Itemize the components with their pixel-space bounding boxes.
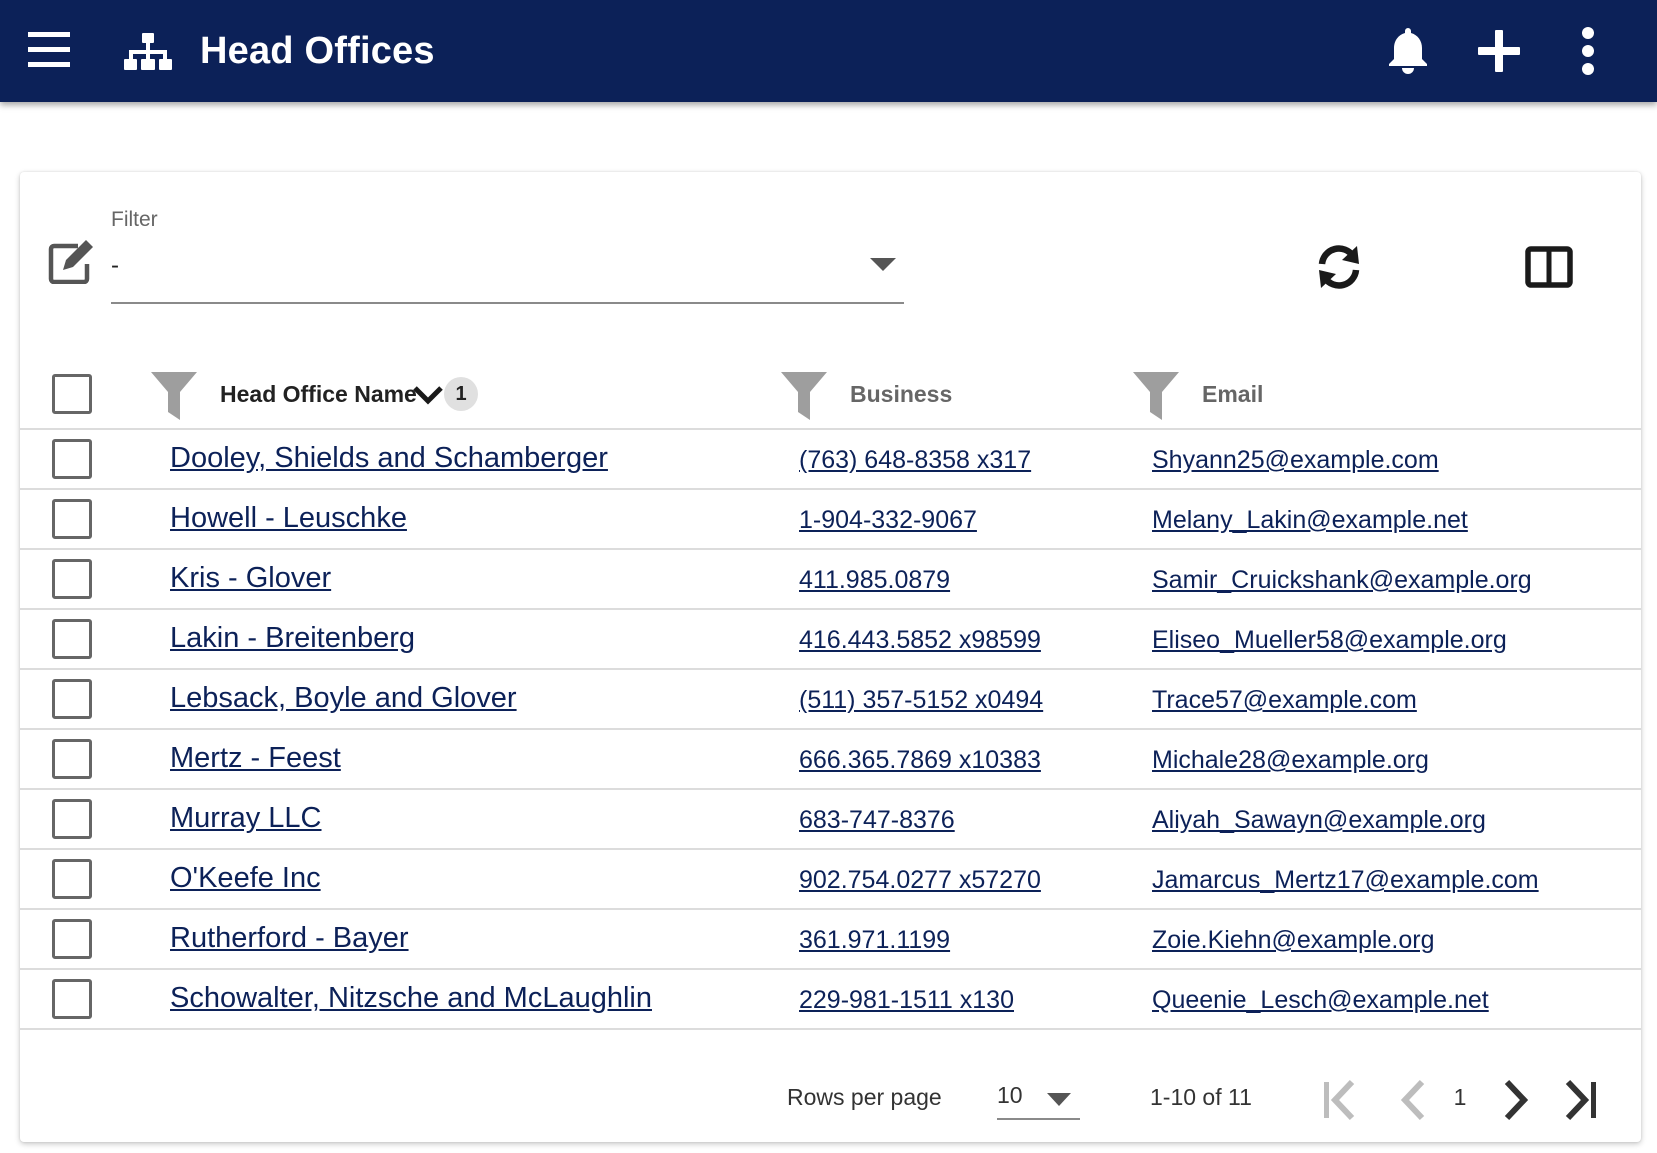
page-title: Head Offices bbox=[200, 30, 435, 72]
column-header-email[interactable]: Email bbox=[1202, 378, 1263, 410]
email-link[interactable]: Samir_Cruickshank@example.org bbox=[1152, 562, 1532, 598]
row-checkbox[interactable] bbox=[52, 439, 92, 479]
head-offices-card: Filter - Head Office Name 1 Business Ema… bbox=[20, 172, 1641, 1142]
business-phone-link[interactable]: 1-904-332-9067 bbox=[799, 502, 977, 538]
row-checkbox[interactable] bbox=[52, 919, 92, 959]
head-office-name-link[interactable]: Lakin - Breitenberg bbox=[170, 620, 415, 656]
table-row: Lebsack, Boyle and Glover (511) 357-5152… bbox=[20, 670, 1641, 730]
head-office-name-link[interactable]: Lebsack, Boyle and Glover bbox=[170, 680, 517, 716]
table-row: Kris - Glover 411.985.0879 Samir_Cruicks… bbox=[20, 550, 1641, 610]
select-all-checkbox[interactable] bbox=[52, 374, 92, 414]
filter-funnel-icon[interactable] bbox=[781, 372, 827, 420]
email-link[interactable]: Melany_Lakin@example.net bbox=[1152, 502, 1468, 538]
sort-descending-icon[interactable] bbox=[412, 384, 444, 408]
business-phone-link[interactable]: 229-981-1511 x130 bbox=[799, 982, 1014, 1018]
email-link[interactable]: Queenie_Lesch@example.net bbox=[1152, 982, 1489, 1018]
head-office-name-link[interactable]: Schowalter, Nitzsche and McLaughlin bbox=[170, 980, 652, 1016]
pagination-footer: Rows per page 10 1-10 of 11 1 bbox=[20, 1060, 1641, 1140]
row-checkbox[interactable] bbox=[52, 859, 92, 899]
table-header: Head Office Name 1 Business Email bbox=[20, 362, 1641, 430]
refresh-icon[interactable] bbox=[1313, 242, 1365, 292]
bell-icon[interactable] bbox=[1386, 26, 1430, 74]
more-vert-icon[interactable] bbox=[1576, 26, 1600, 76]
head-office-name-link[interactable]: Mertz - Feest bbox=[170, 740, 341, 776]
column-header-business[interactable]: Business bbox=[850, 378, 952, 410]
sort-order-badge: 1 bbox=[444, 377, 478, 411]
table-row: Rutherford - Bayer 361.971.1199 Zoie.Kie… bbox=[20, 910, 1641, 970]
rows-per-page-select[interactable]: 10 bbox=[997, 1078, 1080, 1120]
head-office-name-link[interactable]: Murray LLC bbox=[170, 800, 322, 836]
head-office-name-link[interactable]: Kris - Glover bbox=[170, 560, 331, 596]
business-phone-link[interactable]: (511) 357-5152 x0494 bbox=[799, 682, 1043, 718]
head-office-name-link[interactable]: Dooley, Shields and Schamberger bbox=[170, 440, 608, 476]
business-phone-link[interactable]: 416.443.5852 x98599 bbox=[799, 622, 1041, 658]
row-checkbox[interactable] bbox=[52, 559, 92, 599]
menu-icon[interactable] bbox=[28, 30, 70, 70]
next-page-icon[interactable] bbox=[1495, 1078, 1535, 1122]
plus-icon[interactable] bbox=[1478, 30, 1520, 72]
row-checkbox[interactable] bbox=[52, 619, 92, 659]
row-checkbox[interactable] bbox=[52, 799, 92, 839]
filter-underline bbox=[111, 302, 904, 304]
table-row: O'Keefe Inc 902.754.0277 x57270 Jamarcus… bbox=[20, 850, 1641, 910]
column-header-head-office-name[interactable]: Head Office Name bbox=[220, 378, 417, 410]
table-row: Lakin - Breitenberg 416.443.5852 x98599 … bbox=[20, 610, 1641, 670]
dropdown-caret-icon bbox=[1047, 1093, 1071, 1106]
business-phone-link[interactable]: (763) 648-8358 x317 bbox=[799, 442, 1031, 478]
pagination-range: 1-10 of 11 bbox=[1150, 1084, 1252, 1110]
business-phone-link[interactable]: 361.971.1199 bbox=[799, 922, 950, 958]
filter-label: Filter bbox=[111, 208, 158, 231]
email-link[interactable]: Aliyah_Sawayn@example.org bbox=[1152, 802, 1486, 838]
email-link[interactable]: Shyann25@example.com bbox=[1152, 442, 1439, 478]
head-offices-table: Head Office Name 1 Business Email Dooley… bbox=[20, 362, 1641, 1030]
email-link[interactable]: Eliseo_Mueller58@example.org bbox=[1152, 622, 1507, 658]
previous-page-icon[interactable] bbox=[1394, 1078, 1434, 1122]
filter-funnel-icon[interactable] bbox=[1133, 372, 1179, 420]
business-phone-link[interactable]: 902.754.0277 x57270 bbox=[799, 862, 1041, 898]
row-checkbox[interactable] bbox=[52, 979, 92, 1019]
email-link[interactable]: Trace57@example.com bbox=[1152, 682, 1417, 718]
table-row: Dooley, Shields and Schamberger (763) 64… bbox=[20, 430, 1641, 490]
first-page-icon[interactable] bbox=[1320, 1078, 1360, 1122]
last-page-icon[interactable] bbox=[1560, 1078, 1600, 1122]
email-link[interactable]: Jamarcus_Mertz17@example.com bbox=[1152, 862, 1539, 898]
table-row: Schowalter, Nitzsche and McLaughlin 229-… bbox=[20, 970, 1641, 1030]
table-row: Murray LLC 683-747-8376 Aliyah_Sawayn@ex… bbox=[20, 790, 1641, 850]
filter-select[interactable]: Filter - bbox=[111, 208, 904, 304]
filter-funnel-icon[interactable] bbox=[151, 372, 197, 420]
row-checkbox[interactable] bbox=[52, 739, 92, 779]
business-phone-link[interactable]: 683-747-8376 bbox=[799, 802, 955, 838]
app-bar: Head Offices bbox=[0, 0, 1657, 102]
business-phone-link[interactable]: 666.365.7869 x10383 bbox=[799, 742, 1041, 778]
row-checkbox[interactable] bbox=[52, 679, 92, 719]
edit-icon[interactable] bbox=[48, 238, 96, 284]
view-columns-icon[interactable] bbox=[1525, 246, 1573, 288]
table-row: Howell - Leuschke 1-904-332-9067 Melany_… bbox=[20, 490, 1641, 550]
rows-per-page-label: Rows per page bbox=[787, 1084, 942, 1110]
head-office-name-link[interactable]: Rutherford - Bayer bbox=[170, 920, 409, 956]
business-phone-link[interactable]: 411.985.0879 bbox=[799, 562, 950, 598]
head-office-name-link[interactable]: O'Keefe Inc bbox=[170, 860, 321, 896]
table-row: Mertz - Feest 666.365.7869 x10383 Michal… bbox=[20, 730, 1641, 790]
email-link[interactable]: Michale28@example.org bbox=[1152, 742, 1429, 778]
filter-value: - bbox=[111, 252, 119, 279]
rows-per-page-value: 10 bbox=[997, 1082, 1023, 1108]
rows-per-page-underline bbox=[997, 1118, 1080, 1120]
email-link[interactable]: Zoie.Kiehn@example.org bbox=[1152, 922, 1434, 958]
head-office-name-link[interactable]: Howell - Leuschke bbox=[170, 500, 407, 536]
org-chart-icon bbox=[124, 33, 172, 70]
row-checkbox[interactable] bbox=[52, 499, 92, 539]
dropdown-caret-icon bbox=[870, 258, 896, 271]
current-page-number: 1 bbox=[1453, 1084, 1467, 1110]
